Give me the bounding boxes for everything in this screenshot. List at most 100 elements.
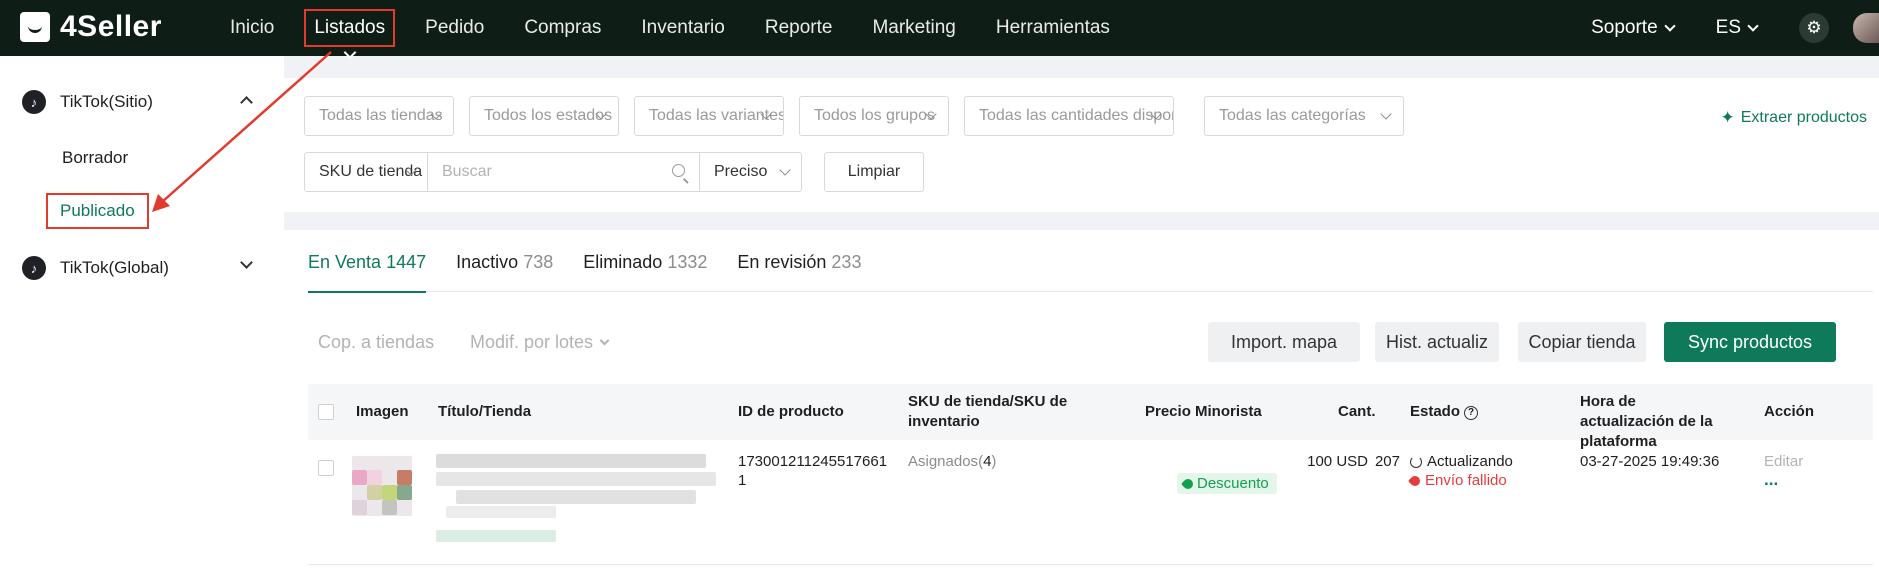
select-value: Todas las tiendas <box>319 107 443 124</box>
status-text: Actualizando <box>1427 453 1513 470</box>
tab-en-venta[interactable]: En Venta 1447 <box>308 230 427 293</box>
search-icon[interactable] <box>672 164 685 177</box>
clear-button[interactable]: Limpiar <box>824 152 924 192</box>
gear-icon[interactable]: ⚙ <box>1799 13 1829 43</box>
listing-panel: En Venta 1447 Inactivo 738 Eliminado 133… <box>284 230 1879 573</box>
column-header-image: Imagen <box>356 403 409 420</box>
column-header-sku: SKU de tienda/SKU de inventario <box>908 393 1068 430</box>
top-navigation-bar: 4Seller Inicio Listados Pedido Compras I… <box>0 0 1879 56</box>
sku-type-select[interactable]: SKU de tienda <box>304 152 428 192</box>
sidebar-item-borrador[interactable]: Borrador <box>62 148 128 168</box>
filter-panel: Todas las tiendas Todos los estados Toda… <box>284 78 1879 212</box>
extract-products-label: Extraer productos <box>1740 109 1867 126</box>
more-actions-button[interactable]: ... <box>1764 470 1778 489</box>
select-value: Todas las cantidades disponibles <box>979 107 1173 124</box>
select-value: Preciso <box>714 163 768 180</box>
chevron-up-icon <box>240 96 253 109</box>
tab-label: Inactivo <box>456 252 519 272</box>
tab-label: En Venta <box>308 252 382 272</box>
match-mode-select[interactable]: Preciso <box>700 152 802 192</box>
status-filter-select[interactable]: Todos los estados <box>469 96 619 136</box>
row-checkbox[interactable] <box>318 460 334 476</box>
nav-inventario[interactable]: Inventario <box>641 17 724 39</box>
store-filter-select[interactable]: Todas las tiendas <box>304 96 454 136</box>
sparkle-icon: ✦ <box>1720 108 1735 127</box>
sidebar-group-label: TikTok(Global) <box>60 258 169 277</box>
chevron-down-icon <box>1663 20 1676 32</box>
logo-icon <box>20 12 50 42</box>
language-label: ES <box>1715 17 1741 38</box>
refresh-icon <box>1410 455 1422 468</box>
product-image[interactable] <box>352 456 412 516</box>
nav-reporte[interactable]: Reporte <box>765 17 833 39</box>
support-menu[interactable]: Soporte <box>1591 17 1676 39</box>
sidebar-group-tiktok-sitio[interactable]: ♪ TikTok(Sitio) <box>22 90 257 114</box>
bulk-toolbar: Cop. a tiendas Modif. por lotes Import. … <box>308 322 1873 362</box>
nav-listados[interactable]: Listados <box>304 9 396 47</box>
nav-pedido[interactable]: Pedido <box>425 17 484 39</box>
help-icon[interactable]: ? <box>1464 406 1479 420</box>
main-nav: Inicio Listados Pedido Compras Inventari… <box>230 0 1150 56</box>
sku-assigned-link[interactable]: Asignados(4) <box>908 452 996 471</box>
sidebar-group-tiktok-global[interactable]: ♪ TikTok(Global) <box>22 256 257 280</box>
table-row: 1730012112455176611 Asignados(4) 100 USD… <box>308 440 1873 565</box>
tab-count: 1447 <box>386 252 427 272</box>
table-header: Imagen Título/Tienda ID de producto SKU … <box>308 384 1873 450</box>
tab-inactivo[interactable]: Inactivo 738 <box>456 230 553 292</box>
batch-edit-dropdown[interactable]: Modif. por lotes <box>470 332 610 353</box>
chevron-down-icon <box>1380 108 1392 120</box>
discount-label: Descuento <box>1197 475 1269 492</box>
nav-inicio[interactable]: Inicio <box>230 17 274 39</box>
batch-edit-label: Modif. por lotes <box>470 332 594 352</box>
select-value: Todos los estados <box>484 107 613 124</box>
assigned-count: 4 <box>983 453 992 470</box>
top-right-controls: Soporte ES ⚙ <box>1591 0 1879 56</box>
chevron-down-icon <box>1747 20 1759 32</box>
column-header-status: Estado? <box>1410 402 1479 422</box>
discount-badge: Descuento <box>1177 473 1277 494</box>
column-header-action: Acción <box>1764 403 1815 420</box>
category-filter-select[interactable]: Todas las categorías <box>1204 96 1404 136</box>
sync-products-button[interactable]: Sync productos <box>1664 322 1836 362</box>
tab-count: 738 <box>523 252 554 272</box>
import-map-button[interactable]: Import. mapa <box>1208 322 1360 362</box>
support-label: Soporte <box>1591 17 1658 38</box>
status-cell: Actualizando Envío fallido <box>1407 452 1513 490</box>
variant-filter-select[interactable]: Todas las variantes <box>634 96 784 136</box>
tag-icon <box>1180 476 1196 491</box>
tiktok-icon: ♪ <box>22 90 46 114</box>
nav-marketing[interactable]: Marketing <box>872 17 955 39</box>
column-header-retail-price: Precio Minorista <box>1145 403 1262 420</box>
tab-count: 233 <box>831 252 862 272</box>
avatar[interactable] <box>1853 13 1879 43</box>
tab-en-revision[interactable]: En revisión 233 <box>737 230 861 292</box>
copy-to-stores-button[interactable]: Cop. a tiendas <box>318 332 434 353</box>
select-all-checkbox[interactable] <box>318 404 334 420</box>
copy-store-button[interactable]: Copiar tienda <box>1518 322 1646 362</box>
sidebar-group-label: TikTok(Sitio) <box>60 92 153 111</box>
update-history-button[interactable]: Hist. actualiz <box>1375 322 1499 362</box>
nav-herramientas[interactable]: Herramientas <box>996 17 1110 39</box>
edit-link[interactable]: Editar <box>1764 452 1803 471</box>
product-title-blurred[interactable] <box>436 454 716 518</box>
sidebar-item-publicado[interactable]: Publicado <box>46 193 149 229</box>
chevron-down-icon <box>599 335 610 346</box>
column-header-quantity: Cant. <box>1338 403 1376 420</box>
group-filter-select[interactable]: Todos los grupos <box>799 96 949 136</box>
search-input[interactable]: Buscar <box>428 152 700 192</box>
quantity-filter-select[interactable]: Todas las cantidades disponibles <box>964 96 1174 136</box>
logo[interactable]: 4Seller <box>20 10 162 44</box>
language-menu[interactable]: ES <box>1715 17 1759 39</box>
chevron-down-icon <box>779 164 791 176</box>
store-name-blurred <box>436 530 556 542</box>
extract-products-link[interactable]: ✦ Extraer productos <box>1720 108 1867 128</box>
sidebar: ♪ TikTok(Sitio) Borrador Publicado ♪ Tik… <box>0 56 284 573</box>
nav-compras[interactable]: Compras <box>524 17 601 39</box>
column-header-title: Título/Tienda <box>438 403 532 420</box>
tab-label: En revisión <box>737 252 827 272</box>
status-header-label: Estado <box>1410 403 1461 420</box>
status-error-text[interactable]: Envío fallido <box>1425 471 1507 490</box>
tab-eliminado[interactable]: Eliminado 1332 <box>583 230 707 292</box>
chevron-down-icon <box>240 256 253 269</box>
tab-label: Eliminado <box>583 252 663 272</box>
